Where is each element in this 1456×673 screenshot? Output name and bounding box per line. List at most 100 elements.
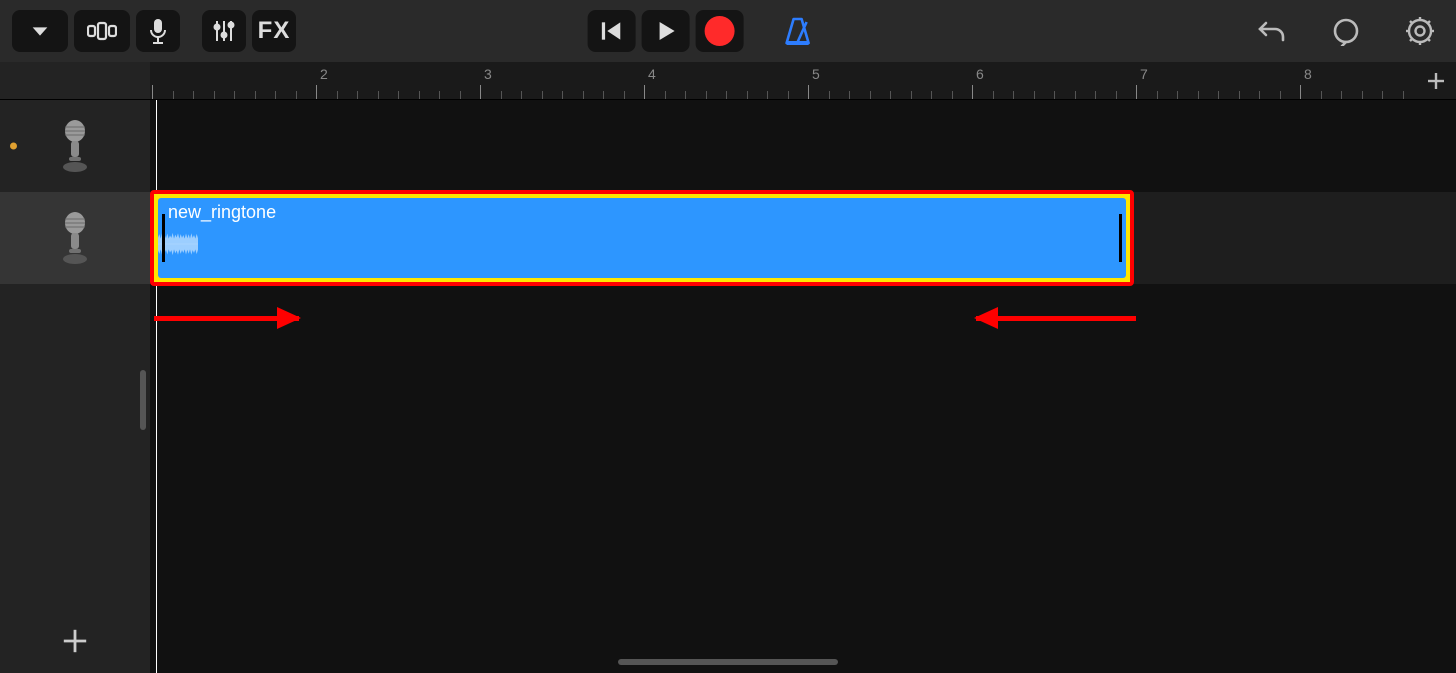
undo-icon — [1257, 18, 1287, 44]
ruler-tick-major — [1300, 85, 1301, 99]
ruler-bar-label: 3 — [484, 66, 492, 82]
ruler-tick-minor — [1341, 91, 1342, 99]
ruler-tick-minor — [1321, 91, 1322, 99]
ruler-tick-minor — [870, 91, 871, 99]
ruler-tick-minor — [173, 91, 174, 99]
ruler-tick-minor — [193, 91, 194, 99]
ruler-tick-minor — [931, 91, 932, 99]
ruler-tick-minor — [521, 91, 522, 99]
ruler-tick-major — [1136, 85, 1137, 99]
ruler-head-spacer — [0, 62, 150, 99]
ruler-tick-minor — [1239, 91, 1240, 99]
metronome-button[interactable] — [774, 10, 822, 52]
tracks-area: new_ringtone — [0, 100, 1456, 673]
playhead[interactable] — [156, 100, 157, 673]
transport-group — [588, 10, 822, 52]
go-to-start-button[interactable] — [588, 10, 636, 52]
ruler-tick-minor — [398, 91, 399, 99]
microphone-icon — [58, 211, 92, 265]
ruler-tick-minor — [1403, 91, 1404, 99]
ruler-tick-minor — [214, 91, 215, 99]
ruler-tick-minor — [234, 91, 235, 99]
ruler-tick-minor — [911, 91, 912, 99]
ruler-tick-minor — [1157, 91, 1158, 99]
ruler-tick-minor — [1177, 91, 1178, 99]
ruler-tick-minor — [296, 91, 297, 99]
ruler-tick-minor — [1280, 91, 1281, 99]
home-indicator — [618, 659, 838, 665]
microphone-icon — [148, 18, 168, 44]
mixer-button[interactable] — [202, 10, 246, 52]
track-header[interactable] — [0, 100, 150, 192]
ruler-tick-minor — [1054, 91, 1055, 99]
ruler-tick-minor — [767, 91, 768, 99]
ruler-bar-label: 4 — [648, 66, 656, 82]
ruler-tick-major — [480, 85, 481, 99]
track-lane[interactable] — [150, 100, 1456, 192]
ruler-tick-minor — [1382, 91, 1383, 99]
ruler-tick-minor — [337, 91, 338, 99]
ruler-tick-minor — [1013, 91, 1014, 99]
ruler-bar-label: 5 — [812, 66, 820, 82]
track-settings-button[interactable] — [12, 10, 68, 52]
ruler-tick-minor — [993, 91, 994, 99]
annotation-arrow-right — [154, 316, 299, 321]
ruler-tick-minor — [460, 91, 461, 99]
ruler-tick-minor — [1116, 91, 1117, 99]
ruler-bar-label: 6 — [976, 66, 984, 82]
ruler-tick-minor — [1218, 91, 1219, 99]
ruler-tick-minor — [357, 91, 358, 99]
ruler-tick-minor — [952, 91, 953, 99]
mic-input-button[interactable] — [136, 10, 180, 52]
timeline-ruler[interactable]: 2345678 — [150, 62, 1416, 99]
ruler-tick-minor — [603, 91, 604, 99]
audio-clip-body[interactable]: new_ringtone — [158, 198, 1126, 278]
toolbar-right-group — [1248, 10, 1444, 52]
toolbar: FX — [0, 0, 1456, 62]
microphone-icon — [58, 119, 92, 173]
chevron-down-icon — [29, 20, 51, 42]
ruler-tick-minor — [747, 91, 748, 99]
ruler-tick-minor — [890, 91, 891, 99]
ruler-tick-minor — [1034, 91, 1035, 99]
track-header[interactable] — [0, 192, 150, 284]
track-active-indicator — [10, 143, 17, 150]
undo-button[interactable] — [1248, 10, 1296, 52]
plus-icon — [61, 627, 89, 655]
ruler-tick-minor — [624, 91, 625, 99]
ruler-bar-label: 2 — [320, 66, 328, 82]
loop-browser-button[interactable] — [1322, 10, 1370, 52]
ruler-tick-major — [972, 85, 973, 99]
ruler-tick-minor — [1259, 91, 1260, 99]
play-icon — [654, 19, 678, 43]
clip-name-label: new_ringtone — [168, 202, 276, 223]
ruler-tick-minor — [378, 91, 379, 99]
ruler-tick-major — [644, 85, 645, 99]
toolbar-left-group: FX — [12, 10, 296, 52]
skip-back-icon — [599, 18, 625, 44]
track-lanes[interactable]: new_ringtone — [150, 100, 1456, 673]
ruler-tick-minor — [1198, 91, 1199, 99]
fx-label: FX — [258, 17, 291, 45]
ruler-tick-minor — [501, 91, 502, 99]
ruler-row: 2345678 — [0, 62, 1456, 100]
ruler-tick-minor — [665, 91, 666, 99]
ruler-tick-major — [808, 85, 809, 99]
clip-trim-handle-left[interactable] — [162, 214, 165, 262]
clip-trim-handle-right[interactable] — [1119, 214, 1122, 262]
ruler-tick-minor — [255, 91, 256, 99]
metronome-icon — [782, 16, 814, 46]
timeline-add-button[interactable] — [1416, 62, 1456, 99]
fx-button[interactable]: FX — [252, 10, 296, 52]
annotation-arrow-left — [976, 316, 1136, 321]
gear-icon — [1405, 16, 1435, 46]
view-mode-button[interactable] — [74, 10, 130, 52]
track-scroll-thumb[interactable] — [140, 370, 146, 430]
ruler-tick-minor — [685, 91, 686, 99]
settings-button[interactable] — [1396, 10, 1444, 52]
add-track-button[interactable] — [0, 627, 150, 655]
audio-clip[interactable]: new_ringtone — [150, 190, 1134, 286]
record-button[interactable] — [696, 10, 744, 52]
play-button[interactable] — [642, 10, 690, 52]
ruler-tick-minor — [1362, 91, 1363, 99]
